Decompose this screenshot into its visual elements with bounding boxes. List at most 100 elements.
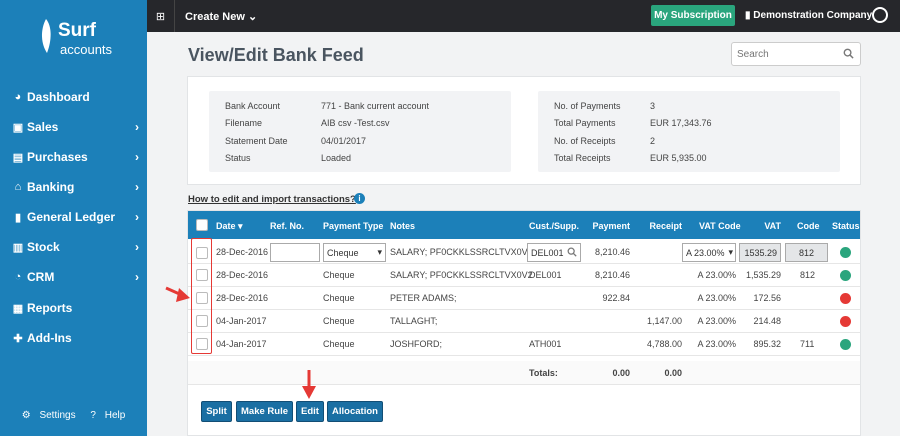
help-link[interactable]: ? Help	[87, 410, 128, 421]
search-input[interactable]	[737, 43, 847, 65]
date-header-label: Date	[216, 221, 236, 231]
status-label: Status	[225, 153, 251, 163]
row-date: 28-Dec-2016	[216, 270, 269, 280]
company-switcher[interactable]: ▮ Demonstration Company	[745, 10, 872, 21]
user-avatar-icon[interactable]	[872, 7, 888, 23]
status-indicator-green	[840, 339, 851, 350]
settings-label: Settings	[39, 410, 76, 421]
building-icon: ▮	[745, 10, 751, 21]
table-row-editing[interactable]: 28-Dec-2016 Cheque ▾ SALARY; PF0CKKLSSRCL…	[188, 241, 860, 264]
sidebar-item-crm[interactable]: ◔ CRM ›	[0, 263, 147, 291]
table-row[interactable]: 04-Jan-2017 Cheque JOSHFORD; ATH001 4,78…	[188, 333, 860, 356]
row-vat-code: A 23.00%	[697, 316, 736, 326]
chevron-right-icon: ›	[135, 120, 139, 134]
vat-column-header: VAT	[764, 221, 781, 231]
book-icon: ▮	[14, 211, 22, 224]
sidebar-item-add-ins[interactable]: ✚ Add-Ins	[0, 324, 147, 352]
row-vat-code: A 23.00%	[697, 339, 736, 349]
search-icon[interactable]	[843, 48, 854, 59]
sidebar-item-label: Banking	[27, 180, 75, 194]
sidebar-item-reports[interactable]: ▦ Reports	[0, 294, 147, 322]
surf-accounts-logo[interactable]: Surf accounts	[36, 18, 116, 62]
vat-code-select[interactable]: A 23.00% ▾	[682, 243, 736, 262]
status-indicator-green	[840, 247, 851, 258]
sidebar-item-label: Purchases	[27, 150, 88, 164]
sidebar-item-label: Stock	[27, 240, 60, 254]
sidebar-item-banking[interactable]: ⌂ Banking ›	[0, 173, 147, 201]
customer-supplier-input[interactable]: DEL001	[527, 243, 581, 262]
sidebar-item-label: Add-Ins	[27, 331, 72, 345]
ref-no-column-header: Ref. No.	[270, 221, 305, 231]
row-vat: 214.48	[753, 316, 781, 326]
payment-type-value: Cheque	[327, 248, 359, 258]
date-column-header[interactable]: Date ▾	[216, 221, 243, 232]
sidebar-item-stock[interactable]: ▥ Stock ›	[0, 233, 147, 261]
row-payment-type: Cheque	[323, 339, 355, 349]
how-to-edit-link[interactable]: How to edit and import transactions?	[188, 194, 356, 205]
make-rule-button[interactable]: Make Rule	[236, 401, 293, 422]
no-of-receipts-value: 2	[650, 136, 656, 146]
row-payment: 922.84	[602, 293, 630, 303]
filename-value: AIB csv -Test.csv	[321, 118, 390, 128]
help-icon: ?	[90, 410, 96, 421]
surfboard-icon	[41, 19, 51, 53]
totals-payment: 0.00	[612, 368, 630, 378]
bar-chart-icon: ▥	[12, 241, 24, 254]
help-label: Help	[104, 410, 126, 421]
row-payment-type: Cheque	[323, 316, 355, 326]
search-box[interactable]	[731, 42, 861, 66]
vat-amount-field[interactable]: 1535.29	[739, 243, 781, 262]
sidebar-item-sales[interactable]: ▣ Sales ›	[0, 113, 147, 141]
arrow-down-annotation-icon	[302, 370, 316, 399]
allocation-button[interactable]: Allocation	[327, 401, 383, 422]
sidebar-item-dashboard[interactable]: ◕ Dashboard	[0, 83, 147, 111]
bank-icon: ⌂	[14, 181, 22, 193]
payment-type-select[interactable]: Cheque ▾	[323, 243, 386, 262]
row-payment: 8,210.46	[594, 270, 630, 280]
sidebar: Surf accounts ◕ Dashboard ▣ Sales › ▤ Pu…	[0, 0, 147, 436]
sidebar-item-general-ledger[interactable]: ▮ General Ledger ›	[0, 203, 147, 231]
table-icon: ▦	[12, 302, 24, 315]
bank-account-label: Bank Account	[225, 101, 281, 111]
table-row[interactable]: 28-Dec-2016 Cheque PETER ADAMS; 922.84 A…	[188, 287, 860, 310]
row-notes: PETER ADAMS;	[390, 293, 457, 303]
status-indicator-green	[840, 270, 851, 281]
vat-code-value: A 23.00%	[686, 248, 725, 258]
chevron-right-icon: ›	[135, 240, 139, 254]
code-field[interactable]: 812	[785, 243, 828, 262]
grid-menu-icon[interactable]: ⊞	[147, 0, 175, 32]
statement-details-panel: Bank Account 771 - Bank current account …	[209, 91, 511, 172]
chevron-right-icon: ›	[135, 180, 139, 194]
info-icon[interactable]: i	[354, 193, 365, 204]
table-row[interactable]: 04-Jan-2017 Cheque TALLAGHT; 1,147.00 A …	[188, 310, 860, 333]
row-notes: SALARY; PF0CKKLSSRCLTVX0V2	[390, 247, 533, 257]
statement-date-label: Statement Date	[225, 136, 288, 146]
select-all-checkbox[interactable]	[196, 219, 208, 231]
cust-supp-column-header: Cust./Supp.	[529, 221, 579, 231]
statement-date-value: 04/01/2017	[321, 136, 367, 146]
pie-chart-icon: ◔	[14, 271, 22, 283]
receipt-column-header: Receipt	[649, 221, 682, 231]
row-code: 812	[800, 270, 816, 280]
my-subscription-button[interactable]: My Subscription	[651, 5, 735, 26]
edit-button[interactable]: Edit	[296, 401, 324, 422]
sidebar-item-label: CRM	[27, 270, 55, 284]
status-indicator-red	[840, 316, 851, 327]
totals-summary-panel: No. of Payments 3 Total Payments EUR 17,…	[538, 91, 840, 172]
sidebar-item-label: General Ledger	[27, 210, 116, 224]
create-new-menu[interactable]: Create New ⌄	[185, 10, 257, 23]
puzzle-icon: ✚	[13, 332, 23, 345]
total-payments-label: Total Payments	[554, 118, 616, 128]
filename-label: Filename	[225, 118, 263, 128]
table-row[interactable]: 28-Dec-2016 Cheque SALARY; PF0CKKLSSRCLT…	[188, 264, 860, 287]
no-of-receipts-label: No. of Receipts	[554, 136, 616, 146]
search-icon[interactable]	[567, 247, 577, 257]
sidebar-item-purchases[interactable]: ▤ Purchases ›	[0, 143, 147, 171]
ref-no-input[interactable]	[270, 243, 320, 262]
dropdown-arrow-icon: ▾	[728, 247, 733, 257]
settings-link[interactable]: ⚙ Settings	[19, 410, 79, 421]
split-button[interactable]: Split	[201, 401, 232, 422]
top-bar: ⊞ Create New ⌄ My Subscription ▮ Demonst…	[147, 0, 900, 32]
row-notes: SALARY; PF0CKKLSSRCLTVX0V2	[390, 270, 533, 280]
no-of-payments-label: No. of Payments	[554, 101, 621, 111]
